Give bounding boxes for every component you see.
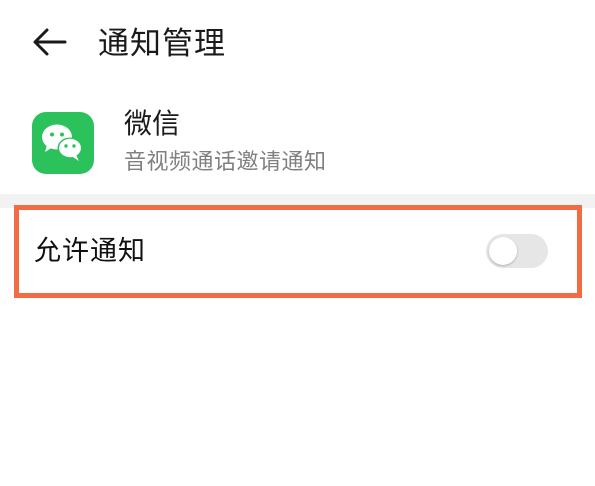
wechat-logo-icon [32, 112, 94, 174]
allow-notifications-toggle[interactable] [486, 234, 548, 268]
app-name: 微信 [124, 107, 181, 140]
section-divider [0, 194, 595, 208]
arrow-left-icon [33, 28, 67, 60]
header-bar: 通知管理 [0, 0, 595, 90]
allow-notifications-label: 允许通知 [34, 236, 146, 267]
toggle-knob [489, 237, 517, 265]
back-button[interactable] [28, 22, 72, 66]
allow-notifications-row[interactable]: 允许通知 [0, 208, 595, 292]
app-description: 音视频通话邀请通知 [124, 150, 327, 175]
notification-management-page: 通知管理 微信 音视频通话邀请通知 允许通知 [0, 0, 595, 486]
app-info-section: 微信 音视频通话邀请通知 [0, 96, 595, 194]
page-title: 通知管理 [98, 26, 226, 62]
